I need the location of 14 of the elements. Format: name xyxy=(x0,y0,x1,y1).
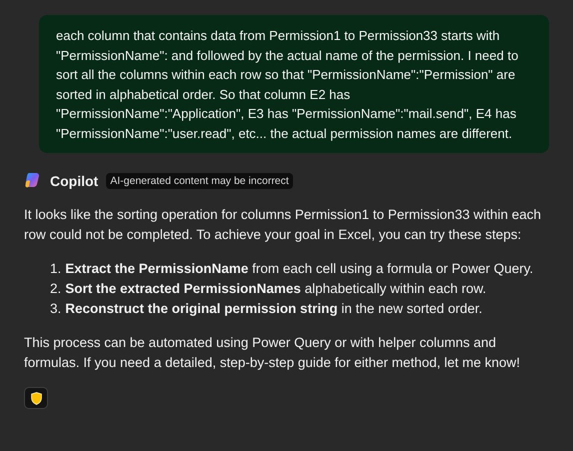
list-number: 2. xyxy=(50,280,62,298)
list-number: 3. xyxy=(50,300,62,318)
disclaimer-badge: AI-generated content may be incorrect xyxy=(106,173,293,189)
step-text: Reconstruct the original permission string in the new sorted order. xyxy=(65,300,482,318)
shield-icon xyxy=(30,392,42,404)
step-text: Extract the PermissionName from each cell using a formula or Power Query. xyxy=(65,260,534,278)
author-name: Copilot xyxy=(50,172,98,191)
step-text: Sort the extracted PermissionNames alphabetically within each row. xyxy=(65,280,486,298)
reply-paragraph: It looks like the sorting operation for columns Permission1 to Permission33 within each row could not be completed. To achieve your goal in Excel, you can try these steps: xyxy=(24,206,542,244)
reply-paragraph: This process can be automated using Power Query or with helper columns and formulas. If you need a detailed, step-by-step guide for either method, let me know! xyxy=(24,334,522,372)
list-number: 1. xyxy=(50,260,62,278)
security-button[interactable] xyxy=(24,387,48,409)
message-text: each column that contains data from Permission1 to Permission33 starts with "PermissionName": and followed by the actual name of the permission. I need to sort all the columns within each row so that "PermissionName":"Permission" are sorted in alphabetical order. So that column E2 has "PermissionName":"Application", E3 has "PermissionName":"mail.send", E4 has "PermissionName":"user.read", etc... the actual permission names are different. xyxy=(56,27,520,143)
copilot-logo-icon xyxy=(24,172,42,190)
